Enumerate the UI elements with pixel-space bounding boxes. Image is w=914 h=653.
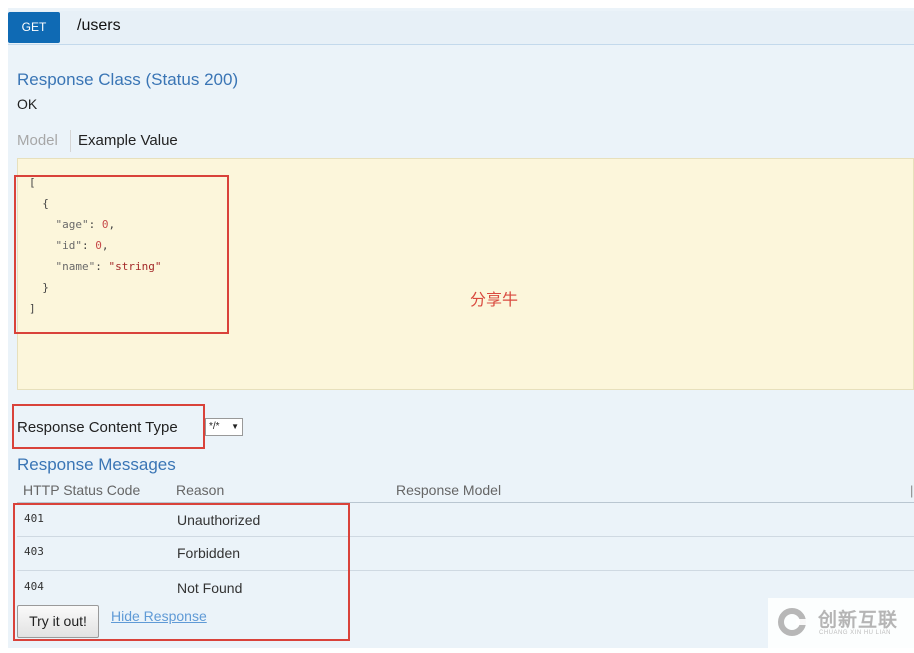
header-status-code: HTTP Status Code: [23, 482, 141, 498]
response-class-title: Response Class (Status 200): [17, 70, 239, 89]
logo-subtext: CHUANG XIN HU LIAN: [819, 630, 892, 636]
tab-example-value[interactable]: Example Value: [78, 132, 178, 149]
http-method-badge[interactable]: GET: [8, 12, 60, 43]
logo-text: 创新互联: [818, 609, 899, 631]
highlight-box-content-type: [12, 404, 205, 449]
dropdown-arrow-icon: ▼: [231, 422, 239, 431]
highlight-box-messages: [13, 503, 350, 641]
header-response-model: Response Model: [396, 482, 502, 498]
tab-model[interactable]: Model: [17, 132, 58, 149]
tab-divider: [70, 130, 71, 152]
operation-header[interactable]: [8, 11, 914, 45]
highlight-box-json: [14, 175, 229, 334]
header-reason: Reason: [176, 482, 225, 498]
logo-icon: [778, 608, 806, 636]
column-edge-mark: |: [910, 483, 914, 498]
response-messages-title: Response Messages: [17, 455, 176, 474]
endpoint-path[interactable]: /users: [77, 17, 121, 35]
response-content-type-select[interactable]: */* ▼: [205, 418, 243, 436]
watermark-text: 分享牛: [470, 290, 519, 309]
response-class-status: OK: [17, 96, 38, 112]
